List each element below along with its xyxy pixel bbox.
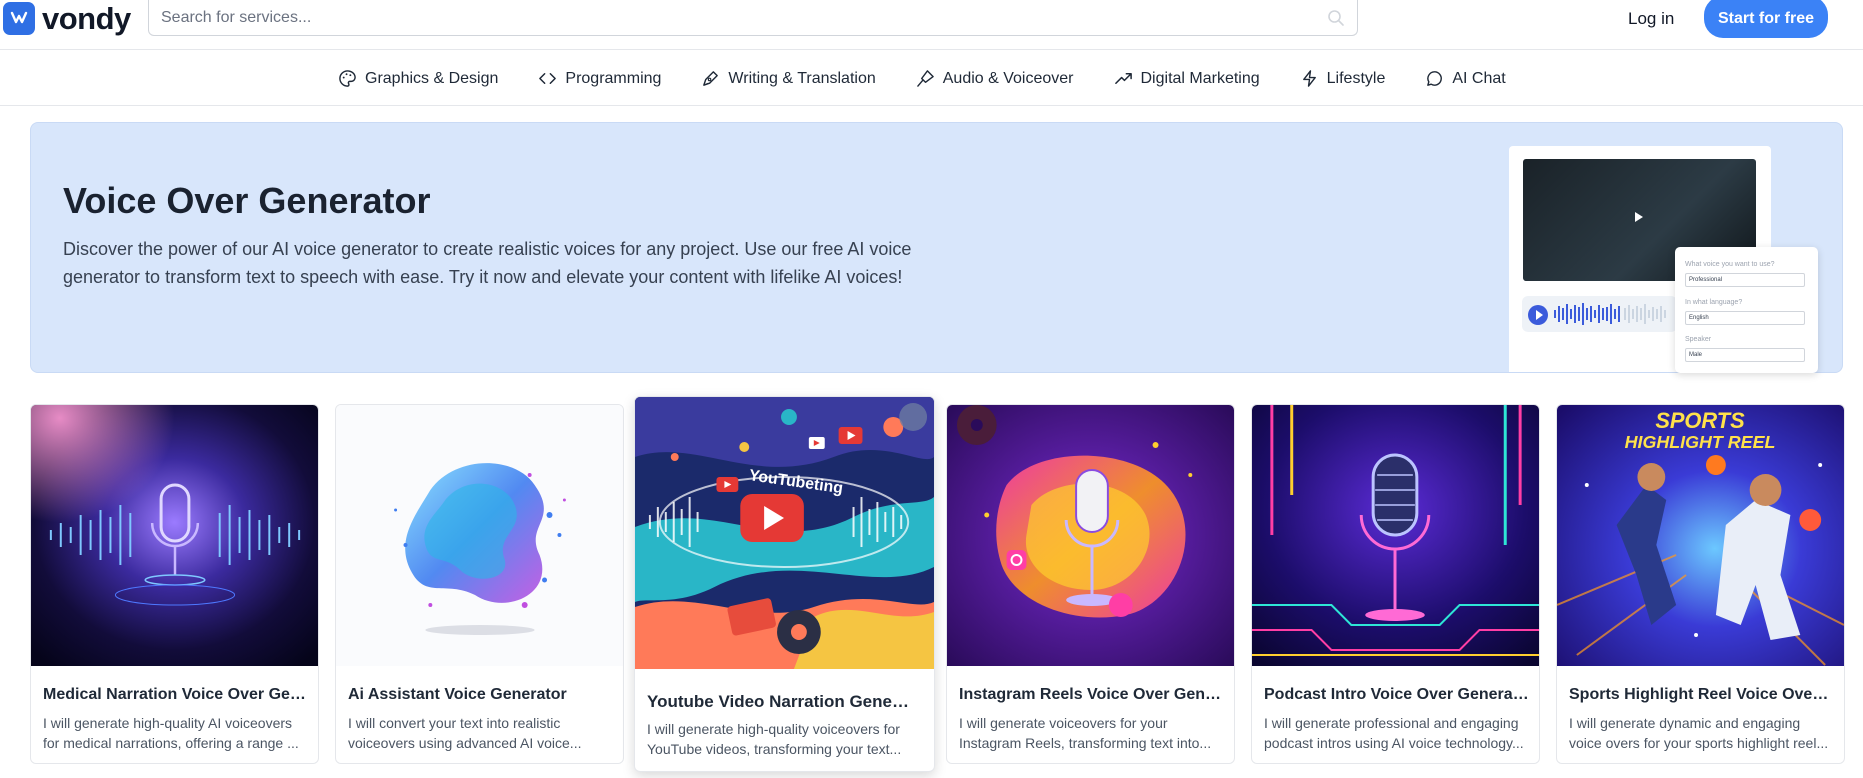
category-graphics-design[interactable]: Graphics & Design <box>338 69 498 88</box>
code-icon <box>539 72 557 85</box>
card-image: SPORTS HIGHLIGHT REEL <box>1557 405 1844 666</box>
preview-form-select: Male <box>1685 348 1805 362</box>
category-ai-chat[interactable]: AI Chat <box>1425 69 1506 88</box>
card-description: I will generate dynamic and engaging voi… <box>1569 715 1829 751</box>
card-title: Podcast Intro Voice Over Generator <box>1264 686 1529 703</box>
card-image <box>1252 405 1539 666</box>
category-lifestyle[interactable]: Lifestyle <box>1300 69 1386 88</box>
page-title: Voice Over Generator <box>63 180 431 221</box>
preview-form-label: What voice you want to use? <box>1685 261 1775 268</box>
service-card-podcast-intro[interactable]: Podcast Intro Voice Over Generator I wil… <box>1251 404 1540 764</box>
card-description: I will generate professional and engagin… <box>1264 715 1524 751</box>
pen-icon <box>703 71 719 86</box>
category-label: Programming <box>565 69 662 87</box>
card-description: I will generate high-quality voiceovers … <box>647 721 902 757</box>
lightning-icon <box>1302 70 1316 87</box>
trending-up-icon <box>1114 72 1132 85</box>
top-bar: vondy Log in Start for free <box>0 0 1863 50</box>
search-icon[interactable] <box>1327 9 1345 27</box>
audio-play-icon <box>1528 305 1548 325</box>
category-nav: Graphics & Design Programming Writing & … <box>318 51 1526 106</box>
category-label: Writing & Translation <box>728 69 876 87</box>
preview-form-card: What voice you want to use? Professional… <box>1675 247 1818 373</box>
card-title: Ai Assistant Voice Generator <box>348 686 567 703</box>
card-image <box>947 405 1234 666</box>
category-writing-translation[interactable]: Writing & Translation <box>701 69 876 88</box>
card-image-text: SPORTS <box>1655 408 1745 433</box>
play-icon <box>1635 212 1643 222</box>
category-label: Graphics & Design <box>365 69 499 87</box>
card-title: Medical Narration Voice Over Gen... <box>43 686 308 703</box>
category-audio-voiceover[interactable]: Audio & Voiceover <box>916 69 1074 88</box>
card-image-text: HIGHLIGHT REEL <box>1625 432 1776 452</box>
card-description: I will generate high-quality AI voiceove… <box>43 715 299 751</box>
start-for-free-button[interactable]: Start for free <box>1704 0 1828 38</box>
card-title: Sports Highlight Reel Voice Over ... <box>1569 686 1834 703</box>
card-title: Youtube Video Narration Generator <box>647 692 912 711</box>
hero-banner: Voice Over Generator Discover the power … <box>30 122 1843 373</box>
category-label: Lifestyle <box>1326 69 1386 87</box>
category-label: Audio & Voiceover <box>942 69 1074 87</box>
login-link[interactable]: Log in <box>1628 0 1674 38</box>
service-card-medical-narration[interactable]: Medical Narration Voice Over Gen... I wi… <box>30 404 319 764</box>
nav-divider <box>0 105 1863 106</box>
chat-bubble-icon <box>1427 71 1443 86</box>
card-image <box>336 405 623 666</box>
mic-pen-icon <box>916 70 934 87</box>
vondy-logo-icon <box>3 1 35 35</box>
card-image: YouTubeting <box>635 397 934 669</box>
palette-icon <box>339 70 356 87</box>
search-bar[interactable] <box>148 0 1358 36</box>
logo-text: vondy <box>42 0 131 36</box>
card-title: Instagram Reels Voice Over Gener... <box>959 686 1224 703</box>
category-programming[interactable]: Programming <box>538 69 661 88</box>
card-image <box>31 405 318 666</box>
service-card-youtube-narration[interactable]: YouTubeting Youtube Video Narration Gene… <box>634 396 935 772</box>
service-card-instagram-reels[interactable]: Instagram Reels Voice Over Gener... I wi… <box>946 404 1235 764</box>
audio-waveform <box>1522 296 1677 332</box>
card-description: I will generate voiceovers for your Inst… <box>959 715 1212 751</box>
preview-form-select: Professional <box>1685 273 1805 287</box>
category-digital-marketing[interactable]: Digital Marketing <box>1114 69 1260 88</box>
service-card-ai-assistant[interactable]: Ai Assistant Voice Generator I will conv… <box>335 404 624 764</box>
search-input[interactable] <box>161 0 1311 36</box>
preview-form-label: In what language? <box>1685 299 1743 306</box>
service-card-sports-highlight[interactable]: SPORTS HIGHLIGHT REEL Sports Highlight R… <box>1556 404 1845 764</box>
category-label: Digital Marketing <box>1140 69 1260 87</box>
preview-form-label: Speaker <box>1685 336 1712 343</box>
preview-form-select: English <box>1685 311 1805 325</box>
logo[interactable]: vondy <box>3 0 131 36</box>
hero-description: Discover the power of our AI voice gener… <box>63 239 912 287</box>
card-description: I will convert your text into realistic … <box>348 715 582 751</box>
category-label: AI Chat <box>1452 69 1506 87</box>
